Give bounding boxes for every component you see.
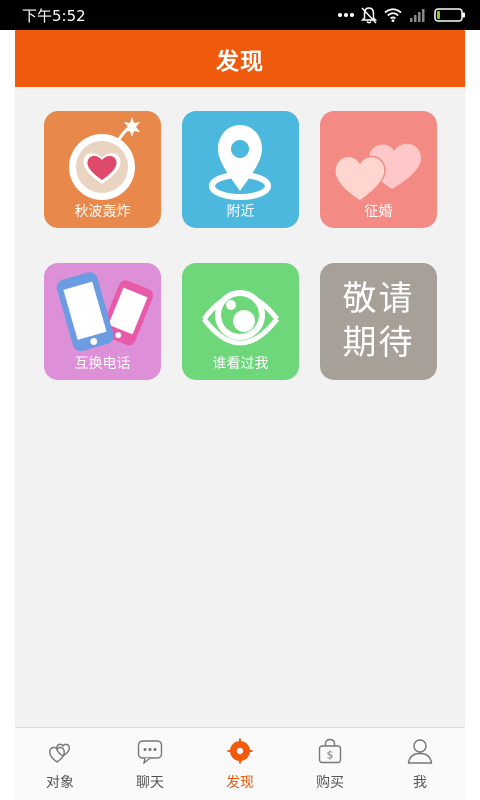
hearts-icon	[49, 743, 71, 763]
user-icon	[407, 739, 433, 764]
discover-screen: 发现 秋波轰炸 附近 征婚 互换电话 谁看过我 敬请 期待	[15, 30, 465, 800]
svg-text:$: $	[327, 749, 334, 762]
bottom-tab-bar: 对象 聊天 发现 $ 购买 我	[15, 727, 465, 800]
tab-chat[interactable]: 聊天	[105, 728, 195, 800]
marriage-tile[interactable]: 征婚	[320, 111, 437, 228]
page-title: 发现	[15, 30, 465, 87]
chat-bubble-icon	[137, 740, 163, 764]
tile-label: 附近	[226, 204, 255, 220]
status-time: 下午5:52	[22, 7, 86, 25]
tile-label: 征婚	[364, 204, 393, 220]
tab-discover[interactable]: 发现	[195, 728, 285, 800]
mute-bell-icon	[361, 6, 377, 24]
status-icons	[338, 6, 466, 24]
tab-matches[interactable]: 对象	[15, 728, 105, 800]
compass-icon	[227, 738, 253, 764]
more-dots-icon	[338, 13, 354, 17]
coming-soon-line2: 期待	[342, 323, 415, 363]
tab-label: 购买	[316, 775, 344, 791]
tab-label: 发现	[226, 775, 254, 791]
battery-icon	[434, 8, 465, 22]
coming-soon-tile: 敬请 期待	[320, 263, 437, 380]
tab-purchase[interactable]: $ 购买	[285, 728, 375, 800]
coming-soon-text: 敬请 期待	[320, 277, 437, 365]
coming-soon-line1: 敬请	[342, 279, 415, 319]
tile-label: 谁看过我	[212, 356, 269, 372]
shopping-bag-icon: $	[318, 738, 342, 764]
tab-label: 对象	[46, 775, 74, 791]
wink-bomb-tile[interactable]: 秋波轰炸	[44, 111, 161, 228]
tab-me[interactable]: 我	[375, 728, 465, 800]
swap-phone-tile[interactable]: 互换电话	[44, 263, 161, 380]
nearby-tile[interactable]: 附近	[182, 111, 299, 228]
tile-label: 秋波轰炸	[74, 204, 131, 220]
tab-label: 聊天	[136, 775, 164, 791]
who-viewed-me-tile[interactable]: 谁看过我	[182, 263, 299, 380]
wifi-icon	[384, 8, 402, 22]
status-bar: 下午5:52	[0, 0, 480, 30]
tab-label: 我	[413, 775, 427, 791]
tile-label: 互换电话	[74, 356, 131, 372]
signal-icon	[410, 9, 425, 22]
